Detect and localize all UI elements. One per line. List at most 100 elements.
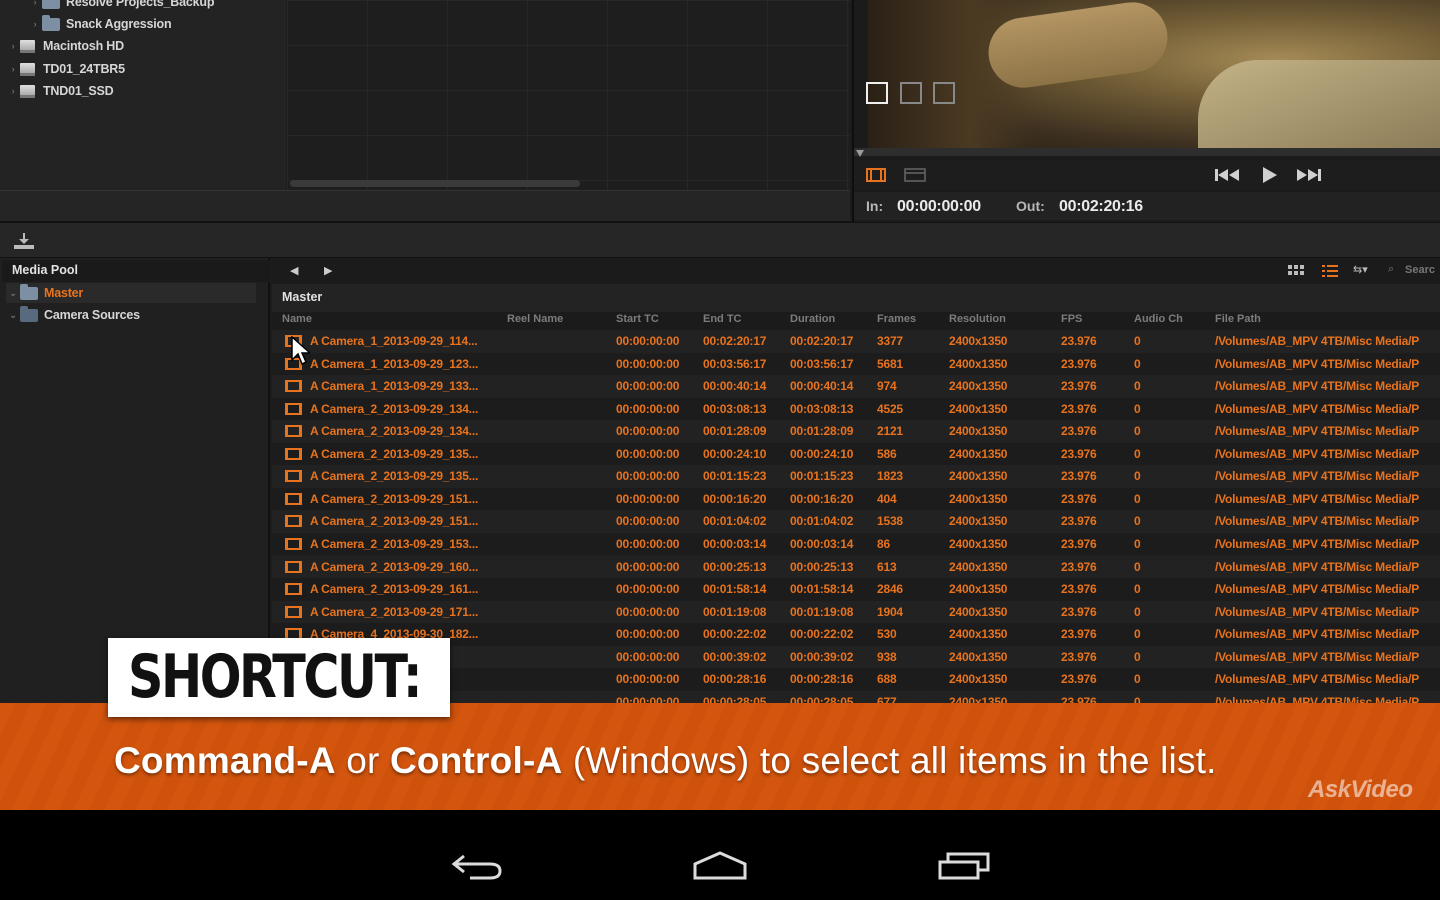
sort-options-icon[interactable]: ⇆▾	[1353, 263, 1368, 276]
table-row[interactable]: A Camera_2_2013-09-29_161... 00:00:00:00 0…	[272, 578, 1440, 601]
film-clip-icon	[285, 605, 302, 618]
table-row[interactable]: A Camera_1_2013-09-29_123... 00:00:00:00 0…	[272, 352, 1440, 376]
timeline-icon[interactable]	[904, 168, 926, 182]
clip-resolution: 2400x1350	[949, 401, 1008, 416]
table-row[interactable]: A Camera_2_2013-09-29_151... 00:00:00:00 0…	[272, 510, 1440, 533]
thumbnail-view-icon[interactable]	[1288, 264, 1304, 278]
chevron-right-icon[interactable]: ›	[6, 86, 20, 96]
table-row[interactable]: A Camera_1_2013-09-29_133... 00:00:00:00 0…	[272, 375, 1440, 398]
col-name[interactable]: Name	[282, 313, 312, 325]
skip-forward-icon[interactable]	[1296, 167, 1322, 183]
clip-start-tc: 00:00:00:00	[616, 604, 680, 619]
tree-item-resolve-backup[interactable]: › Resolve Projects_Backup	[28, 0, 214, 12]
chevron-right-icon[interactable]: ›	[6, 41, 20, 51]
bin-master[interactable]: ⌄ Master	[6, 283, 256, 303]
film-clip-icon	[285, 470, 302, 483]
table-row[interactable]: A Camera_2_2013-09-29_135... 00:00:00:00 0…	[272, 465, 1440, 488]
clip-resolution: 2400x1350	[949, 627, 1008, 642]
col-resolution[interactable]: Resolution	[949, 313, 1006, 325]
tree-item-td01[interactable]: › TD01_24TBR5	[6, 59, 125, 79]
forward-arrow-icon[interactable]: ▶	[324, 264, 332, 277]
chevron-down-icon[interactable]: ⌄	[6, 310, 20, 321]
list-view-icon[interactable]	[1322, 264, 1338, 278]
film-clip-icon	[285, 583, 302, 596]
out-label: Out:	[1016, 198, 1045, 214]
table-row[interactable]: A Camera_2_2013-09-29_160... 00:00:00:00 0…	[272, 555, 1440, 578]
back-arrow-icon[interactable]: ◀	[290, 264, 298, 277]
layout-square-1[interactable]	[866, 82, 888, 104]
clip-end-tc: 00:00:24:10	[703, 446, 767, 461]
table-row[interactable]: A Camera_2_2013-09-29_153... 00:00:00:00 0…	[272, 532, 1440, 556]
clip-end-tc: 00:03:08:13	[703, 401, 767, 416]
clip-fps: 23.976	[1061, 604, 1097, 619]
tree-item-tnd01[interactable]: › TND01_SSD	[6, 81, 114, 101]
clip-resolution: 2400x1350	[949, 446, 1008, 461]
chevron-right-icon[interactable]: ›	[28, 19, 42, 29]
clip-name: A Camera_1_2013-09-29_123...	[310, 356, 479, 371]
col-duration[interactable]: Duration	[790, 313, 835, 325]
chevron-right-icon[interactable]: ›	[6, 64, 20, 74]
chevron-down-icon[interactable]: ⌄	[6, 288, 20, 299]
clip-name: A Camera_2_2013-09-29_161...	[310, 582, 479, 597]
horizontal-scrollbar[interactable]	[290, 180, 580, 187]
col-file-path[interactable]: File Path	[1215, 313, 1261, 325]
out-timecode[interactable]: 00:02:20:16	[1059, 198, 1143, 216]
col-frames[interactable]: Frames	[877, 313, 916, 325]
clip-duration: 00:01:58:14	[790, 582, 854, 597]
clip-duration: 00:00:28:05	[790, 694, 854, 703]
col-start-tc[interactable]: Start TC	[616, 313, 659, 325]
col-end-tc[interactable]: End TC	[703, 313, 742, 325]
clip-resolution: 2400x1350	[949, 694, 1008, 703]
folder-icon	[20, 283, 38, 300]
in-label: In:	[866, 198, 884, 214]
disk-icon	[20, 62, 35, 76]
shortcut-label-box: SHORTCUT:	[108, 638, 450, 717]
clip-start-tc: 00:00:00:00	[616, 536, 680, 551]
clip-end-tc: 00:00:40:14	[703, 379, 767, 394]
table-row[interactable]: A Camera_2_2013-09-29_134... 00:00:00:00 0…	[272, 397, 1440, 421]
back-icon[interactable]	[450, 850, 504, 882]
film-clip-icon[interactable]	[866, 168, 886, 182]
clip-audio-ch: 0	[1134, 514, 1141, 529]
table-row[interactable]: A Camera_2_2013-09-29_134... 00:00:00:00 0…	[272, 420, 1440, 443]
search-icon[interactable]: ⌕	[1388, 263, 1394, 276]
playhead-icon[interactable]	[856, 150, 864, 157]
caption-key-1: Command-A	[114, 740, 336, 781]
tree-item-snack-aggression[interactable]: › Snack Aggression	[28, 14, 172, 34]
skip-back-icon[interactable]	[1214, 167, 1240, 183]
col-reel-name[interactable]: Reel Name	[507, 313, 563, 325]
clip-start-tc: 00:00:00:00	[616, 649, 680, 664]
tree-item-macintosh-hd[interactable]: › Macintosh HD	[6, 36, 125, 56]
play-icon[interactable]	[1260, 166, 1278, 184]
recents-icon[interactable]	[938, 850, 992, 882]
import-icon[interactable]	[13, 232, 35, 250]
clip-audio-ch: 0	[1134, 536, 1141, 551]
table-row[interactable]: A Camera_2_2013-09-29_151... 00:00:00:00 0…	[272, 487, 1440, 511]
clip-end-tc: 00:01:28:09	[703, 424, 767, 439]
col-audio-ch[interactable]: Audio Ch	[1134, 313, 1183, 325]
home-icon[interactable]	[692, 850, 748, 882]
layout-square-3[interactable]	[933, 82, 955, 104]
clip-fps: 23.976	[1061, 582, 1097, 597]
col-fps[interactable]: FPS	[1061, 313, 1082, 325]
table-row[interactable]: A Camera_1_2013-09-29_114... 00:00:00:00 0…	[272, 330, 1440, 353]
caption-rest: (Windows) to select all items in the lis…	[562, 740, 1217, 781]
search-input[interactable]: Searc	[1405, 264, 1435, 276]
scrubber-bar[interactable]	[854, 148, 1440, 156]
clip-frames: 404	[877, 491, 897, 506]
clip-end-tc: 00:00:25:13	[703, 559, 767, 574]
clip-duration: 00:02:20:17	[790, 334, 854, 348]
film-clip-icon	[285, 447, 302, 460]
clip-duration: 00:00:03:14	[790, 536, 854, 551]
layout-square-2[interactable]	[900, 82, 922, 104]
bin-camera-sources[interactable]: ⌄ Camera Sources	[6, 305, 140, 325]
in-timecode[interactable]: 00:00:00:00	[897, 198, 981, 216]
chevron-right-icon[interactable]: ›	[28, 0, 42, 7]
table-row[interactable]: A Camera_2_2013-09-29_135... 00:00:00:00 0…	[272, 442, 1440, 466]
clip-fps: 23.976	[1061, 536, 1097, 551]
clip-fps: 23.976	[1061, 627, 1097, 642]
clip-file-path: /Volumes/AB_MPV 4TB/Misc Media/P	[1215, 334, 1420, 348]
table-row[interactable]: A Camera_2_2013-09-29_171... 00:00:00:00 0…	[272, 600, 1440, 624]
mouse-cursor-icon	[291, 336, 310, 366]
clip-start-tc: 00:00:00:00	[616, 559, 680, 574]
